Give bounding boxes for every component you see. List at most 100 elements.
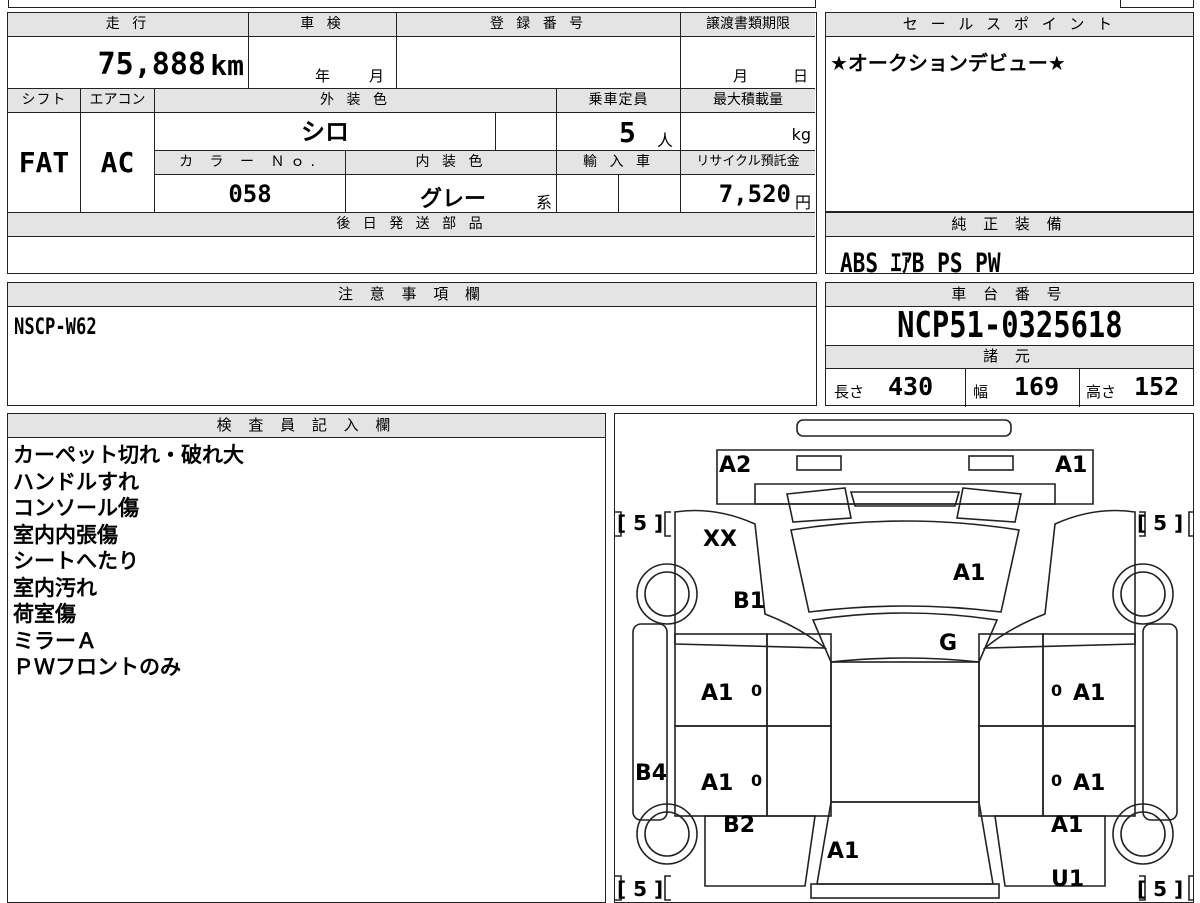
- inspector-line: ハンドルすれ: [13, 469, 139, 494]
- inspection-month-unit: 月: [369, 67, 385, 85]
- notes-row: NSCP-W62: [8, 307, 816, 348]
- mark-rear-right-bottom: U1: [1051, 867, 1084, 892]
- mark-front-left: A2: [719, 453, 751, 478]
- inspector-line: ミラーＡ: [13, 628, 97, 653]
- later-parts-value: [8, 237, 815, 273]
- max-load-label: 最大積載量: [681, 89, 815, 113]
- door-mark-rear-left: 0: [751, 771, 762, 790]
- inspector-line: カーペット切れ・破れ大: [13, 443, 244, 467]
- door-mark-front-left: 0: [751, 681, 762, 700]
- front-door-right-shape: [1042, 633, 1136, 727]
- chassis-number-row: NCP51-0325618: [826, 307, 1193, 346]
- interior-color-value: グレー: [420, 187, 487, 212]
- capacity-label: 乗車定員: [557, 89, 681, 113]
- notes-box: 注 意 事 項 欄 NSCP-W62: [7, 282, 817, 406]
- mark-rear-door-left: A1: [701, 771, 733, 796]
- length-label: 長さ: [834, 383, 865, 401]
- interior-color-label: 内 装 色: [346, 151, 557, 175]
- color-no-value: 058: [228, 180, 272, 208]
- capacity-value: 5: [619, 116, 636, 149]
- rocker-right-shape: [1142, 623, 1178, 821]
- mark-rear-fender-right: A1: [1051, 813, 1083, 838]
- mark-rocker-left: B4: [635, 761, 667, 786]
- inspection-label: 車 検: [249, 13, 397, 37]
- mark-hood: A1: [953, 561, 985, 586]
- inspector-box: 検 査 員 記 入 欄 カーペット切れ・破れ大 ハンドルすれ コンソール傷 室内…: [7, 413, 606, 903]
- rocker-left-shape: [632, 623, 668, 821]
- specs-row: 長さ 430 幅 169 高さ 152: [826, 369, 1193, 407]
- mark-front-right: A1: [1055, 453, 1087, 478]
- recycle-fee-label: リサイクル預託金: [681, 151, 815, 175]
- inspection-year-unit: 年: [315, 67, 331, 85]
- damage-map-box: A2 A1 XX A1 B1 G A1 A1 A1 A1 B4 B2 A1 A1…: [614, 413, 1194, 903]
- shift-cell: FAT: [8, 113, 81, 213]
- top-strip-right-clipped: [1120, 0, 1194, 8]
- inspection-cell: 年 月: [249, 37, 397, 89]
- deadline-day-unit: 日: [793, 67, 809, 85]
- aircon-label: エアコン: [81, 89, 155, 113]
- tire-front-right: [ 5 ]: [1137, 511, 1183, 535]
- mark-pillar-left: B1: [733, 589, 765, 614]
- mileage-cell: 75,888 km: [8, 37, 249, 89]
- sales-point-box: セ ー ル ス ポ イ ン ト ★オークションデビュー★: [825, 12, 1194, 212]
- interior-color-cell: グレー 系: [346, 175, 557, 213]
- inspector-line: 室内内張傷: [13, 522, 118, 547]
- door-mark-front-right: 0: [1051, 681, 1062, 700]
- tire-rear-right: [ 5 ]: [1137, 877, 1183, 901]
- front-door-left-shape: [674, 633, 768, 727]
- chassis-number-value: NCP51-0325618: [896, 307, 1123, 346]
- shift-value: FAT: [18, 146, 70, 179]
- recycle-fee-cell: 7,520 円: [681, 175, 815, 213]
- genuine-equipment-label: 純 正 装 備: [826, 212, 1193, 237]
- import-cell-right: [619, 175, 681, 213]
- height-label: 高さ: [1086, 383, 1117, 401]
- front-panel-shape: [716, 449, 1094, 505]
- exterior-color-label: 外 装 色: [155, 89, 557, 113]
- front-bumper-shape: [796, 419, 1012, 437]
- color-no-label: カ ラ ー Ｎｏ.: [155, 151, 346, 175]
- mileage-unit: km: [210, 49, 244, 82]
- mark-fender-left: XX: [703, 527, 737, 552]
- registration-label: 登 録 番 号: [397, 13, 681, 37]
- vehicle-spec-table: 走 行 車 検 登 録 番 号 譲渡書類期限 75,888 km 年 月 月 日…: [7, 12, 817, 274]
- car-diagram: A2 A1 XX A1 B1 G A1 A1 A1 A1 B4 B2 A1 A1…: [615, 419, 1193, 901]
- tire-front-left: [ 5 ]: [617, 511, 663, 535]
- tire-rear-left: [ 5 ]: [617, 877, 663, 901]
- capacity-unit: 人: [657, 131, 674, 150]
- aircon-cell: AC: [81, 113, 155, 213]
- color-no-cell: 058: [155, 175, 346, 213]
- inspector-line: 荷室傷: [13, 602, 76, 626]
- inspector-line: コンソール傷: [13, 496, 139, 520]
- mark-rear: A1: [827, 839, 859, 864]
- capacity-cell: 5 人: [557, 113, 681, 151]
- max-load-cell: kg: [681, 113, 815, 151]
- width-label: 幅: [973, 383, 989, 401]
- mark-front-door-right: A1: [1073, 681, 1105, 706]
- notes-value: NSCP-W62: [14, 315, 97, 340]
- windshield-shape: [811, 612, 999, 663]
- exterior-color-value: シロ: [301, 118, 349, 146]
- import-cell-left: [557, 175, 619, 213]
- registration-value: [397, 37, 681, 89]
- top-strip-clipped: [8, 0, 816, 8]
- recycle-fee-unit: 円: [794, 193, 811, 212]
- length-value: 430: [888, 372, 934, 401]
- sales-point-label: セ ー ル ス ポ イ ン ト: [826, 13, 1193, 37]
- chassis-number-label: 車 台 番 号: [826, 283, 1193, 307]
- genuine-equipment-value: ABS ｴｱB PS PW: [840, 248, 1001, 279]
- inspector-lines: カーペット切れ・破れ大 ハンドルすれ コンソール傷 室内内張傷 シートへたり 室…: [8, 438, 605, 685]
- mileage-value: 75,888: [97, 47, 206, 82]
- width-value: 169: [1014, 372, 1060, 401]
- recycle-fee-value: 7,520: [718, 180, 791, 208]
- max-load-unit: kg: [791, 125, 811, 144]
- exterior-color-cell: シロ: [155, 113, 496, 151]
- door-mark-rear-right: 0: [1051, 771, 1062, 790]
- chassis-box: 車 台 番 号 NCP51-0325618 諸 元 長さ 430 幅 169 高…: [825, 282, 1194, 407]
- exterior-color-extra: [496, 113, 557, 151]
- shift-label: シフト: [8, 89, 81, 113]
- mark-rear-door-right: A1: [1073, 771, 1105, 796]
- mark-front-door-left: A1: [701, 681, 733, 706]
- import-label: 輸 入 車: [557, 151, 681, 175]
- notes-label: 注 意 事 項 欄: [8, 283, 816, 307]
- mileage-label: 走 行: [8, 13, 249, 37]
